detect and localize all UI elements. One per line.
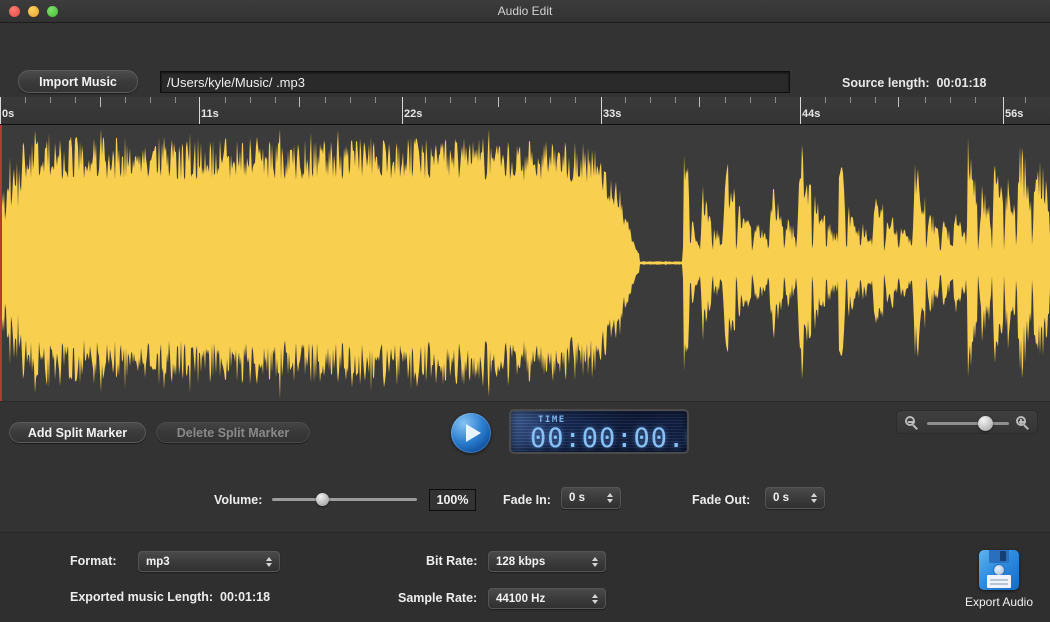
- waveform-path: [0, 129, 1050, 400]
- format-value: mp3: [146, 555, 170, 568]
- ruler-tick: [150, 97, 151, 103]
- bit-rate-select[interactable]: 128 kbps: [488, 551, 606, 572]
- stepper-arrows-icon[interactable]: [592, 556, 598, 567]
- ruler-tick: [225, 97, 226, 103]
- ruler-tick: [325, 97, 326, 103]
- ruler-tick: [925, 97, 926, 103]
- zoom-slider-track[interactable]: [927, 422, 1009, 425]
- audio-edit-window: Audio Edit Import Music /Users/kyle/Musi…: [0, 0, 1050, 622]
- sample-rate-select[interactable]: 44100 Hz: [488, 588, 606, 609]
- bit-rate-value: 128 kbps: [496, 555, 546, 568]
- fade-in-stepper[interactable]: 0 s: [561, 487, 621, 509]
- export-audio-button[interactable]: Export Audio: [957, 550, 1041, 614]
- ruler-label: 44s: [802, 108, 821, 120]
- source-length: Source length: 00:01:18: [842, 76, 987, 90]
- ruler-tick: [675, 97, 676, 103]
- ruler-tick: [550, 97, 551, 103]
- source-length-value: 00:01:18: [936, 76, 987, 90]
- ruler-tick-mid: [100, 97, 101, 107]
- ruler-tick-mid: [699, 97, 700, 107]
- ruler-label: 0s: [2, 108, 15, 120]
- ruler-tick: [350, 97, 351, 103]
- ruler-tick: [725, 97, 726, 103]
- ruler-tick: [125, 97, 126, 103]
- stepper-arrows-icon[interactable]: [811, 493, 817, 503]
- delete-split-marker-button[interactable]: Delete Split Marker: [156, 422, 310, 443]
- file-path-input[interactable]: /Users/kyle/Music/ .mp3: [160, 71, 790, 93]
- fade-in-label: Fade In:: [503, 493, 551, 507]
- ruler-tick: [250, 97, 251, 103]
- format-label: Format:: [70, 554, 117, 568]
- ruler-tick: [750, 97, 751, 103]
- fade-out-value: 0 s: [773, 492, 789, 504]
- volume-value: 100%: [429, 489, 476, 511]
- stepper-arrows-icon[interactable]: [592, 593, 598, 604]
- ruler-tick: [475, 97, 476, 103]
- ruler-tick: [950, 97, 951, 103]
- ruler-label: 22s: [404, 108, 423, 120]
- ruler-tick: [850, 97, 851, 103]
- zoom-slider-thumb[interactable]: [978, 416, 993, 431]
- ruler-tick: [275, 97, 276, 103]
- volume-slider-thumb[interactable]: [316, 493, 329, 506]
- header-bar: Import Music /Users/kyle/Music/ .mp3 Sou…: [0, 23, 1050, 97]
- fade-out-stepper[interactable]: 0 s: [765, 487, 825, 509]
- fade-in-value: 0 s: [569, 492, 585, 504]
- ruler-tick: [975, 97, 976, 103]
- zoom-slider-control[interactable]: [896, 410, 1038, 434]
- format-select[interactable]: mp3: [138, 551, 280, 572]
- ruler-label: 11s: [201, 108, 219, 120]
- exported-length-label: Exported music Length:: [70, 590, 214, 604]
- volume-slider-track[interactable]: [272, 498, 417, 501]
- ruler-tick: [25, 97, 26, 103]
- add-split-marker-button[interactable]: Add Split Marker: [9, 422, 146, 443]
- ruler-tick-mid: [299, 97, 300, 107]
- stepper-arrows-icon[interactable]: [266, 556, 272, 567]
- window-title: Audio Edit: [497, 4, 553, 18]
- import-music-button[interactable]: Import Music: [18, 70, 138, 93]
- zoom-in-icon[interactable]: [1016, 416, 1029, 430]
- ruler-tick: [775, 97, 776, 103]
- ruler-tick: [50, 97, 51, 103]
- waveform-panel[interactable]: [0, 125, 1050, 401]
- ruler-tick: [450, 97, 451, 103]
- ruler-tick-mid: [898, 97, 899, 107]
- ruler-tick: [650, 97, 651, 103]
- exported-length-value: 00:01:18: [220, 590, 271, 604]
- source-length-label: Source length:: [842, 76, 930, 90]
- waveform-center-line: [640, 262, 685, 264]
- ruler-tick: [425, 97, 426, 103]
- ruler-label: 56s: [1005, 108, 1024, 120]
- ruler-tick-mid: [498, 97, 499, 107]
- play-button[interactable]: [451, 413, 491, 453]
- ruler-tick: [75, 97, 76, 103]
- ruler-tick: [575, 97, 576, 103]
- floppy-disk-icon: [979, 550, 1019, 590]
- exported-length: Exported music Length: 00:01:18: [70, 590, 270, 604]
- timeline-ruler[interactable]: 0s 11s 22s 33s 44s 56s: [0, 97, 1050, 125]
- ruler-label: 33s: [603, 108, 622, 120]
- ruler-tick: [375, 97, 376, 103]
- sample-rate-label: Sample Rate:: [398, 591, 478, 605]
- fade-out-label: Fade Out:: [692, 493, 751, 507]
- ruler-tick: [625, 97, 626, 103]
- sample-rate-value: 44100 Hz: [496, 592, 546, 605]
- ruler-tick: [1025, 97, 1026, 103]
- time-display-value: 00:00:00.00: [530, 423, 687, 454]
- ruler-tick: [175, 97, 176, 103]
- time-display: TIME 00:00:00.00: [509, 409, 689, 454]
- zoom-out-icon[interactable]: [905, 416, 918, 430]
- volume-label: Volume:: [214, 493, 263, 507]
- ruler-tick: [875, 97, 876, 103]
- stepper-arrows-icon[interactable]: [607, 493, 613, 503]
- playhead-marker[interactable]: [0, 125, 2, 401]
- audio-waveform[interactable]: [0, 125, 1050, 401]
- ruler-tick: [525, 97, 526, 103]
- ruler-tick: [825, 97, 826, 103]
- title-bar: Audio Edit: [0, 0, 1050, 23]
- bit-rate-label: Bit Rate:: [426, 554, 478, 568]
- export-audio-label: Export Audio: [964, 595, 1034, 609]
